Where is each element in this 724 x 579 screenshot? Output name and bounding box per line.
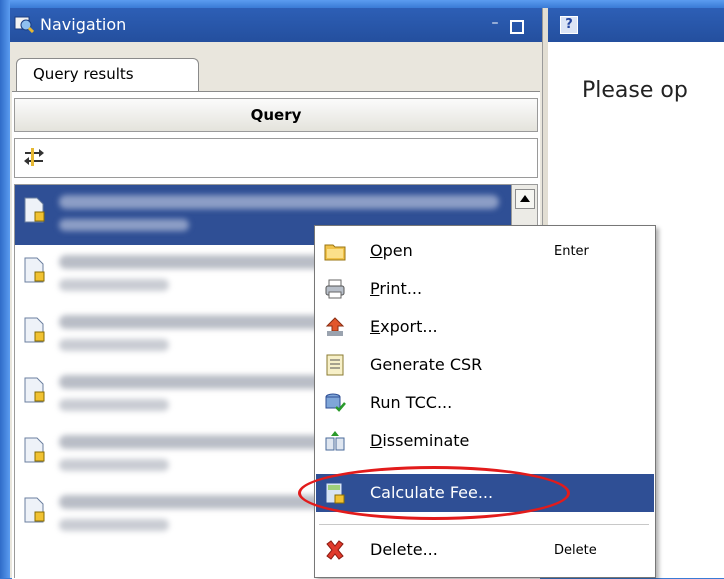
menu-item-delete[interactable]: Delete... Delete: [316, 531, 654, 569]
menu-item-label: Delete...: [370, 540, 438, 559]
menu-item-export[interactable]: Export...: [316, 308, 654, 346]
query-button[interactable]: Query: [14, 98, 538, 132]
context-menu: Open Enter Print... Export... Generate C…: [314, 225, 656, 578]
scroll-up-button[interactable]: [515, 189, 535, 209]
menu-item-label: Generate CSR: [370, 355, 483, 374]
menu-item-generate-csr[interactable]: Generate CSR: [316, 346, 654, 384]
list-item-date: [59, 399, 169, 411]
disseminate-icon: [325, 431, 345, 451]
menu-separator: [319, 524, 649, 525]
navigation-icon: [14, 16, 34, 33]
list-item-date: [59, 279, 169, 291]
folder-icon: [324, 244, 346, 261]
menu-mnemonic: P: [370, 279, 380, 298]
list-item-date: [59, 519, 169, 531]
menu-shortcut: Delete: [554, 543, 597, 558]
tab-label: Query results: [33, 65, 134, 83]
menu-item-label: Calculate Fee...: [370, 483, 494, 502]
menu-shortcut: Enter: [554, 244, 589, 259]
editor-titlebar: ?: [548, 8, 724, 42]
menu-item-open[interactable]: Open Enter: [316, 232, 654, 270]
database-check-icon: [325, 393, 346, 412]
navigation-titlebar: Navigation –: [10, 8, 542, 42]
help-icon[interactable]: ?: [560, 16, 578, 34]
list-item-date: [59, 219, 189, 231]
window-frame-left: [0, 0, 10, 578]
menu-item-disseminate[interactable]: Disseminate: [316, 422, 654, 460]
menu-item-print[interactable]: Print...: [316, 270, 654, 308]
editor-message: Please op: [582, 78, 688, 103]
list-item-date: [59, 339, 169, 351]
delete-icon: [326, 540, 344, 560]
document-locked-icon: [24, 377, 45, 403]
menu-item-label: pen: [382, 241, 413, 260]
maximize-button[interactable]: [510, 20, 524, 34]
document-locked-icon: [24, 497, 45, 523]
menu-mnemonic: E: [370, 317, 381, 336]
menu-item-run-tcc[interactable]: Run TCC...: [316, 384, 654, 422]
menu-mnemonic: D: [370, 431, 383, 450]
menu-item-label: rint...: [379, 279, 423, 298]
menu-item-label: xport...: [380, 317, 438, 336]
list-item-date: [59, 459, 169, 471]
menu-mnemonic: O: [370, 241, 383, 260]
document-locked-icon: [24, 257, 45, 283]
list-item-title: [59, 195, 499, 209]
tab-query-results[interactable]: Query results: [16, 58, 199, 92]
menu-item-calculate-fee[interactable]: Calculate Fee...: [316, 474, 654, 512]
minimize-button[interactable]: –: [486, 14, 504, 32]
printer-icon: [325, 279, 345, 299]
export-icon: [325, 317, 345, 336]
menu-item-label: isseminate: [382, 431, 470, 450]
window-frame-top: [0, 0, 724, 8]
query-toolbar: [14, 138, 538, 178]
document-locked-icon: [24, 317, 45, 343]
navigation-title: Navigation: [40, 15, 127, 34]
calculator-icon: [325, 482, 345, 504]
menu-item-label: Run TCC...: [370, 393, 453, 412]
document-locked-icon: [24, 197, 45, 223]
sort-arrows-icon[interactable]: [23, 147, 45, 167]
document-locked-icon: [24, 437, 45, 463]
report-icon: [326, 354, 344, 376]
